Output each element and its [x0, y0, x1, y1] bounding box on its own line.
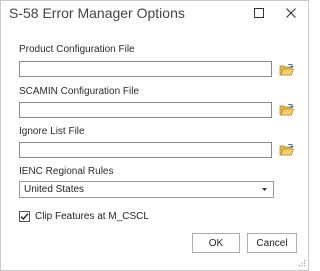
checkmark-icon	[20, 212, 29, 220]
ok-button[interactable]: OK	[192, 233, 240, 253]
maximize-button[interactable]	[248, 3, 270, 23]
chevron-down-icon	[262, 188, 267, 191]
close-button[interactable]	[280, 3, 302, 23]
close-icon	[286, 8, 296, 18]
product-config-input[interactable]	[19, 61, 272, 77]
scamin-config-label: SCAMIN Configuration File	[19, 86, 140, 97]
clip-features-row: Clip Features at M_CSCL	[19, 209, 149, 223]
title-bar: S-58 Error Manager Options	[1, 1, 308, 27]
resize-grip-icon[interactable]	[298, 259, 306, 267]
scamin-config-input[interactable]	[19, 102, 272, 118]
maximize-icon	[254, 8, 264, 18]
ignore-list-input[interactable]	[19, 142, 272, 158]
product-config-label: Product Configuration File	[19, 44, 135, 55]
ienc-rules-dropdown[interactable]: United States	[19, 181, 274, 198]
product-config-browse-button[interactable]	[279, 63, 294, 76]
dialog-window: S-58 Error Manager Options Product Confi…	[0, 0, 309, 271]
folder-open-icon	[279, 64, 294, 76]
cancel-button[interactable]: Cancel	[247, 233, 297, 253]
dialog-title: S-58 Error Manager Options	[9, 5, 185, 21]
ienc-rules-selected-value: United States	[24, 184, 85, 195]
clip-features-checkbox[interactable]	[19, 210, 30, 222]
folder-open-icon	[279, 104, 294, 116]
scamin-config-browse-button[interactable]	[279, 103, 294, 116]
folder-open-icon	[279, 144, 294, 156]
ienc-rules-label: IENC Regional Rules	[19, 166, 114, 177]
ignore-list-browse-button[interactable]	[279, 143, 294, 156]
clip-features-label: Clip Features at M_CSCL	[35, 210, 149, 222]
ignore-list-label: Ignore List File	[19, 126, 85, 137]
